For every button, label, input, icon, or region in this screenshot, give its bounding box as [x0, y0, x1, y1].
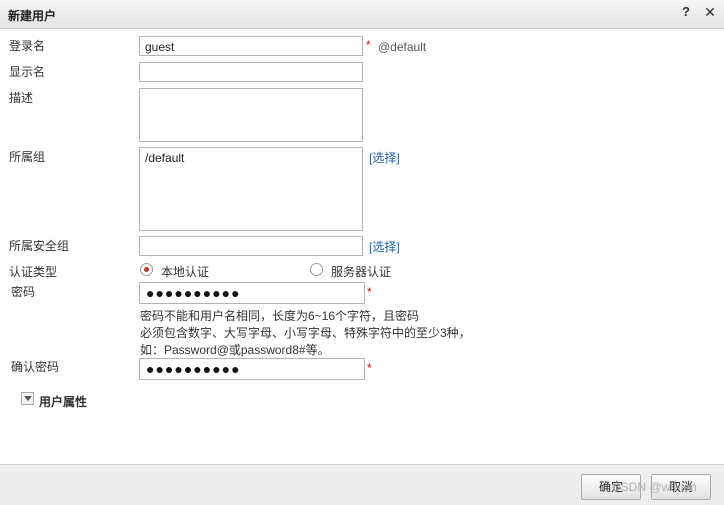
group-listbox[interactable]: /default	[139, 147, 363, 231]
server-auth-radio[interactable]	[310, 263, 323, 276]
confirm-password-label: 确认密码	[11, 360, 60, 374]
login-name-label: 登录名	[9, 39, 46, 53]
display-name-input[interactable]	[139, 62, 363, 82]
local-auth-label: 本地认证	[161, 265, 210, 279]
confirm-password-required-mark: *	[367, 361, 372, 375]
dialog-title: 新建用户	[8, 9, 57, 23]
security-group-label: 所属安全组	[9, 239, 70, 253]
display-name-label: 显示名	[9, 65, 46, 79]
help-icon[interactable]: ?	[678, 4, 694, 22]
login-domain-suffix: @default	[378, 40, 427, 54]
server-auth-label: 服务器认证	[331, 265, 392, 279]
password-hint-line: 必须包含数字、大写字母、小写字母、特殊字符中的至少3种，	[140, 326, 471, 340]
password-input[interactable]: ●●●●●●●●●●	[139, 282, 365, 304]
password-hint-line: 密码不能和用户名相同，长度为6~16个字符，且密码	[140, 309, 420, 323]
description-textarea[interactable]	[139, 88, 363, 142]
password-label: 密码	[11, 285, 36, 299]
password-required-mark: *	[367, 285, 372, 299]
confirm-password-input[interactable]: ●●●●●●●●●●	[139, 358, 365, 380]
user-attributes-toggle-icon[interactable]	[21, 392, 34, 405]
auth-type-label: 认证类型	[9, 265, 58, 279]
user-attributes-label[interactable]: 用户属性	[39, 393, 87, 410]
local-auth-radio[interactable]	[140, 263, 153, 276]
dialog-titlebar: 新建用户 ? ✕	[0, 0, 724, 29]
group-select-link[interactable]: [选择]	[369, 149, 400, 166]
password-hint-line: 如：Password@或password8#等。	[140, 343, 330, 357]
description-label: 描述	[9, 91, 34, 105]
watermark-text: CSDN @wtt-ien	[612, 480, 697, 494]
security-group-input[interactable]	[139, 236, 363, 256]
close-icon[interactable]: ✕	[702, 4, 718, 22]
login-name-input[interactable]: guest	[139, 36, 363, 56]
login-required-mark: *	[366, 38, 371, 52]
group-label: 所属组	[9, 150, 46, 164]
security-group-select-link[interactable]: [选择]	[369, 238, 400, 255]
